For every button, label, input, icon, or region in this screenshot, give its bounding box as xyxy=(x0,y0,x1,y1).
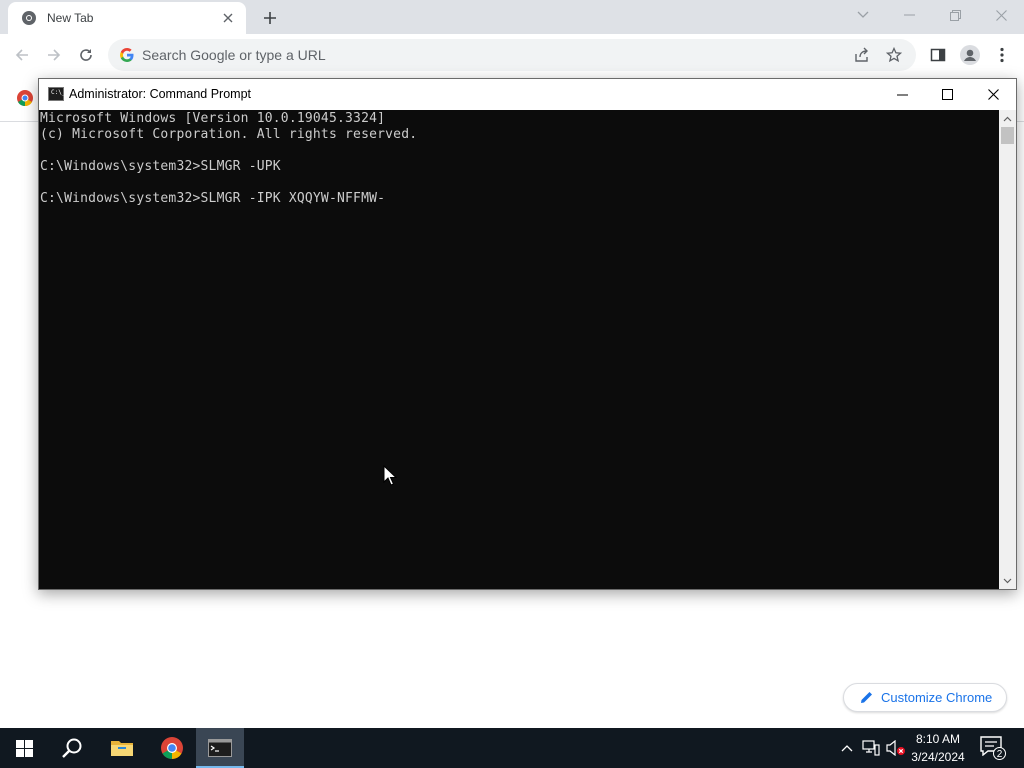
close-tab-icon[interactable] xyxy=(220,10,236,26)
minimize-icon[interactable] xyxy=(895,4,923,26)
side-panel-icon[interactable] xyxy=(926,43,950,67)
notifications-icon[interactable]: 2 xyxy=(980,736,1006,760)
cmd-maximize-icon[interactable] xyxy=(924,79,970,110)
chrome-web-store-icon[interactable] xyxy=(16,89,34,107)
scroll-down-arrow-icon[interactable] xyxy=(999,572,1016,589)
reload-icon[interactable] xyxy=(74,43,98,67)
restore-icon[interactable] xyxy=(941,4,969,26)
tab-new-tab[interactable]: New Tab xyxy=(8,2,246,34)
start-icon[interactable] xyxy=(0,728,48,768)
bookmark-star-icon[interactable] xyxy=(884,45,904,65)
scrollbar-thumb[interactable] xyxy=(1001,127,1014,144)
console-line: C:\Windows\system32>SLMGR -UPK xyxy=(40,159,281,174)
profile-avatar-icon[interactable] xyxy=(958,43,982,67)
chrome-icon[interactable] xyxy=(148,728,196,768)
system-clock[interactable]: 8:10 AM 3/24/2024 xyxy=(904,730,972,766)
console-line: (c) Microsoft Corporation. All rights re… xyxy=(40,127,418,142)
close-window-icon[interactable] xyxy=(987,4,1015,26)
new-tab-button[interactable] xyxy=(258,6,282,30)
scroll-up-arrow-icon[interactable] xyxy=(999,110,1016,127)
forward-arrow-icon[interactable] xyxy=(42,43,66,67)
file-explorer-icon[interactable] xyxy=(98,728,146,768)
clock-time: 8:10 AM xyxy=(915,732,961,746)
network-icon[interactable] xyxy=(861,738,881,758)
console-scrollbar[interactable] xyxy=(999,110,1016,589)
command-prompt-icon: C:\_ xyxy=(48,87,66,101)
tab-title: New Tab xyxy=(47,11,94,25)
notification-count-badge: 2 xyxy=(993,747,1006,760)
omnibox-placeholder: Search Google or type a URL xyxy=(142,47,326,63)
command-prompt-window[interactable]: C:\_ Administrator: Command Prompt Micro… xyxy=(38,78,1017,590)
tab-search-icon[interactable] xyxy=(849,4,877,26)
cmd-close-icon[interactable] xyxy=(970,79,1016,110)
mouse-pointer-icon xyxy=(383,464,398,487)
share-icon[interactable] xyxy=(852,45,872,65)
cmd-titlebar[interactable]: C:\_ Administrator: Command Prompt xyxy=(39,79,1016,110)
chrome-favicon-icon xyxy=(21,10,37,26)
command-prompt-icon xyxy=(208,739,232,757)
clock-date: 3/24/2024 xyxy=(911,750,965,764)
cmd-window-title: Administrator: Command Prompt xyxy=(69,87,252,101)
console-line: Microsoft Windows [Version 10.0.19045.33… xyxy=(40,111,386,126)
cmd-minimize-icon[interactable] xyxy=(879,79,925,110)
cmd-icon-text: C:\_ xyxy=(51,89,66,96)
more-menu-icon[interactable] xyxy=(990,43,1014,67)
back-arrow-icon[interactable] xyxy=(10,43,34,67)
show-hidden-icons-chevron-icon[interactable] xyxy=(837,738,857,758)
google-g-icon xyxy=(119,47,135,63)
console-output[interactable]: Microsoft Windows [Version 10.0.19045.33… xyxy=(39,110,999,589)
browser-toolbar: Search Google or type a URL xyxy=(0,34,1024,76)
search-icon[interactable] xyxy=(48,728,96,768)
command-prompt-taskbar-button[interactable] xyxy=(196,728,244,768)
customize-chrome-button[interactable]: Customize Chrome xyxy=(843,683,1007,712)
browser-tabstrip: New Tab xyxy=(0,0,1024,34)
customize-chrome-label: Customize Chrome xyxy=(881,690,993,705)
pencil-icon xyxy=(860,691,873,704)
taskbar: 8:10 AM 3/24/2024 2 xyxy=(0,728,1024,768)
address-bar[interactable]: Search Google or type a URL xyxy=(108,39,916,71)
volume-muted-icon[interactable] xyxy=(886,738,906,758)
console-input-line[interactable]: C:\Windows\system32>SLMGR -IPK XQQYW-NFF… xyxy=(40,191,999,207)
